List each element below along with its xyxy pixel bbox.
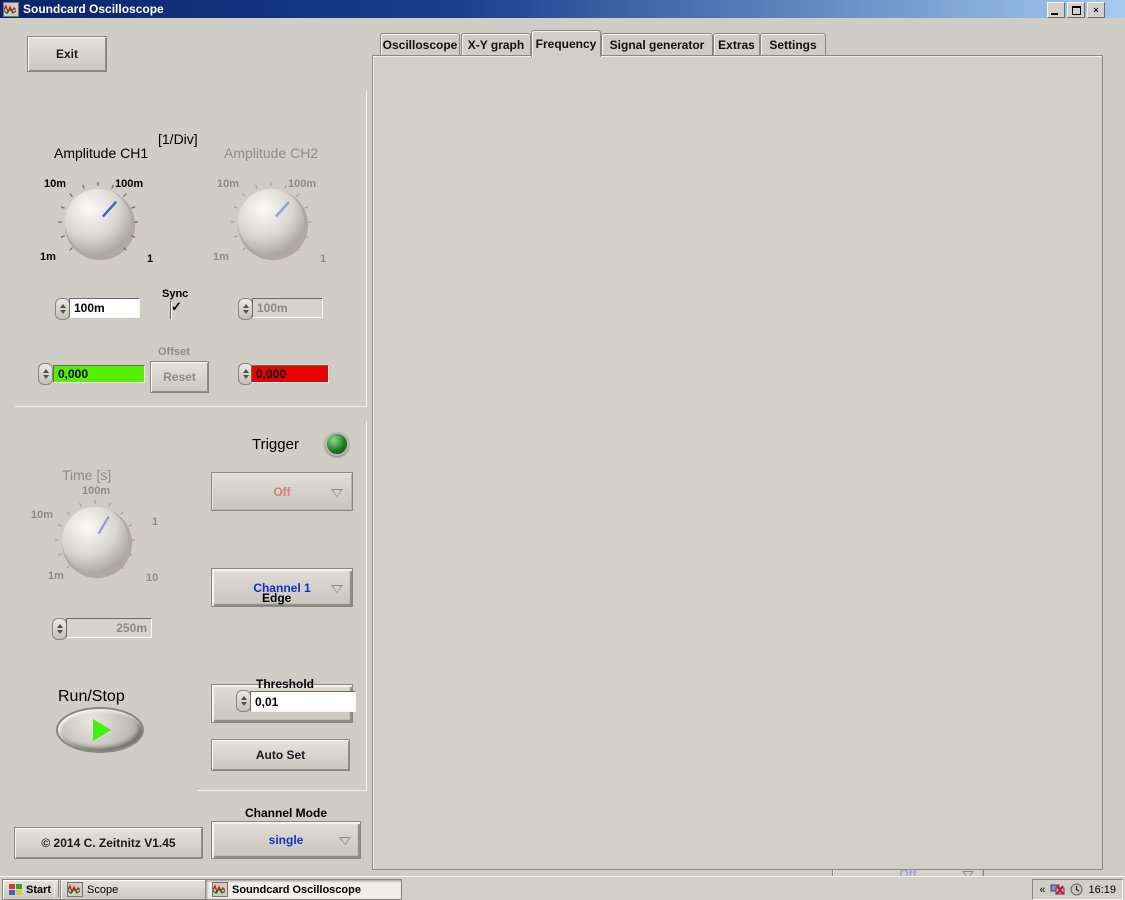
- app-icon: [3, 2, 19, 17]
- amplitude-sync-checkbox[interactable]: [170, 301, 172, 320]
- offset-reset-button[interactable]: Reset: [150, 361, 209, 393]
- knob-scale-label: 1: [152, 516, 158, 528]
- title-bar: Soundcard Oscilloscope ×: [0, 0, 1125, 18]
- chevron-down-icon: [331, 585, 343, 599]
- chevron-down-icon: [339, 837, 351, 851]
- knob-scale-label: 100m: [82, 485, 110, 497]
- scope-icon: [212, 882, 228, 897]
- channel-mode-label: Channel Mode: [245, 806, 327, 820]
- copyright-button[interactable]: © 2014 C. Zeitnitz V1.45: [14, 827, 203, 859]
- tray-chevron-icon[interactable]: «: [1039, 884, 1045, 896]
- scheduler-icon[interactable]: [1070, 883, 1083, 896]
- amplitude-ch2-title: Amplitude CH2: [224, 145, 318, 161]
- task-active-label: Soundcard Oscilloscope: [232, 884, 361, 896]
- knob-scale-label: 1m: [48, 570, 64, 582]
- trigger-mode-dropdown: Off: [211, 472, 353, 511]
- windows-logo-icon: [9, 883, 22, 896]
- amplitude-ch1-spinner[interactable]: [55, 298, 70, 320]
- threshold-label: Threshold: [256, 677, 314, 691]
- chevron-down-icon: [331, 489, 343, 503]
- knob-scale-label: 100m: [115, 178, 143, 190]
- scope-icon: [67, 882, 83, 897]
- offset-ch1-spinner[interactable]: [38, 363, 53, 385]
- restore-button[interactable]: [1067, 2, 1085, 18]
- exit-button[interactable]: Exit: [27, 36, 107, 72]
- offset-ch2-value[interactable]: 0,000: [251, 365, 329, 383]
- offset-ch1-value[interactable]: 0,000: [53, 365, 145, 383]
- run-stop-label: Run/Stop: [58, 688, 125, 706]
- task-scope-label: Scope: [87, 884, 118, 896]
- channel-mode-dropdown[interactable]: single: [211, 821, 361, 859]
- tab-frequency[interactable]: Frequency: [531, 30, 601, 57]
- threshold-spinner[interactable]: [236, 690, 251, 712]
- taskbar-divider: [54, 880, 59, 897]
- knob-scale-label: 10m: [44, 178, 66, 190]
- knob-scale-label: 10m: [217, 178, 239, 190]
- tray-clock: 16:19: [1088, 884, 1116, 896]
- channel-mode-value: single: [269, 833, 304, 847]
- edge-label: Edge: [262, 591, 291, 605]
- amplitude-ch1-title: Amplitude CH1: [54, 145, 148, 161]
- per-div-label: [1/Div]: [158, 131, 198, 147]
- trigger-group: Trigger Off Channel 1 Edge rising Thresh…: [196, 420, 366, 790]
- network-error-icon[interactable]: [1050, 883, 1065, 896]
- amplitude-ch2-value: 100m: [252, 298, 323, 318]
- threshold-value[interactable]: 0,01: [250, 691, 356, 712]
- knob-scale-label: 1m: [40, 251, 56, 263]
- close-icon[interactable]: ×: [1087, 2, 1105, 18]
- knob-scale-label: 100m: [288, 178, 316, 190]
- taskbar: Start Scope Soundcard Oscilloscope « 16:…: [0, 876, 1125, 900]
- amplitude-group: [1/Div] Amplitude CH1 Amplitude CH2 10m …: [14, 90, 366, 406]
- task-button-soundcard-oscilloscope[interactable]: Soundcard Oscilloscope: [205, 879, 402, 900]
- start-label: Start: [26, 884, 51, 896]
- tab-signal-generator[interactable]: Signal generator: [601, 33, 713, 55]
- time-title: Time [s]: [62, 467, 111, 483]
- tab-settings[interactable]: Settings: [760, 33, 826, 55]
- time-spinner[interactable]: [52, 618, 67, 640]
- system-tray: « 16:19: [1032, 879, 1123, 900]
- run-stop-button[interactable]: [56, 707, 144, 753]
- tab-xy-graph[interactable]: X-Y graph: [461, 33, 531, 55]
- window-title: Soundcard Oscilloscope: [23, 2, 164, 16]
- amplitude-ch2-spinner[interactable]: [238, 298, 253, 320]
- tab-extras[interactable]: Extras: [713, 33, 760, 55]
- app-window: Soundcard Oscilloscope × Exit [1/Div] Am…: [0, 0, 1125, 900]
- knob-scale-label: 1: [147, 253, 153, 265]
- time-value: 250m: [66, 618, 152, 638]
- trigger-title: Trigger: [252, 436, 299, 453]
- knob-scale-label: 10m: [31, 509, 53, 521]
- knob-scale-label: 10: [146, 572, 158, 584]
- auto-set-button[interactable]: Auto Set: [211, 739, 350, 771]
- knob-scale-label: 1m: [213, 251, 229, 263]
- trigger-led: [325, 432, 349, 456]
- tab-oscilloscope[interactable]: Oscilloscope: [380, 33, 460, 55]
- offset-label: Offset: [158, 346, 190, 358]
- frequency-tab-panel: [372, 55, 1103, 870]
- task-button-scope[interactable]: Scope: [60, 879, 214, 900]
- knob-scale-label: 1: [320, 253, 326, 265]
- amplitude-ch1-value[interactable]: 100m: [69, 298, 140, 318]
- trigger-mode-value: Off: [273, 485, 290, 499]
- minimize-button[interactable]: [1047, 2, 1065, 18]
